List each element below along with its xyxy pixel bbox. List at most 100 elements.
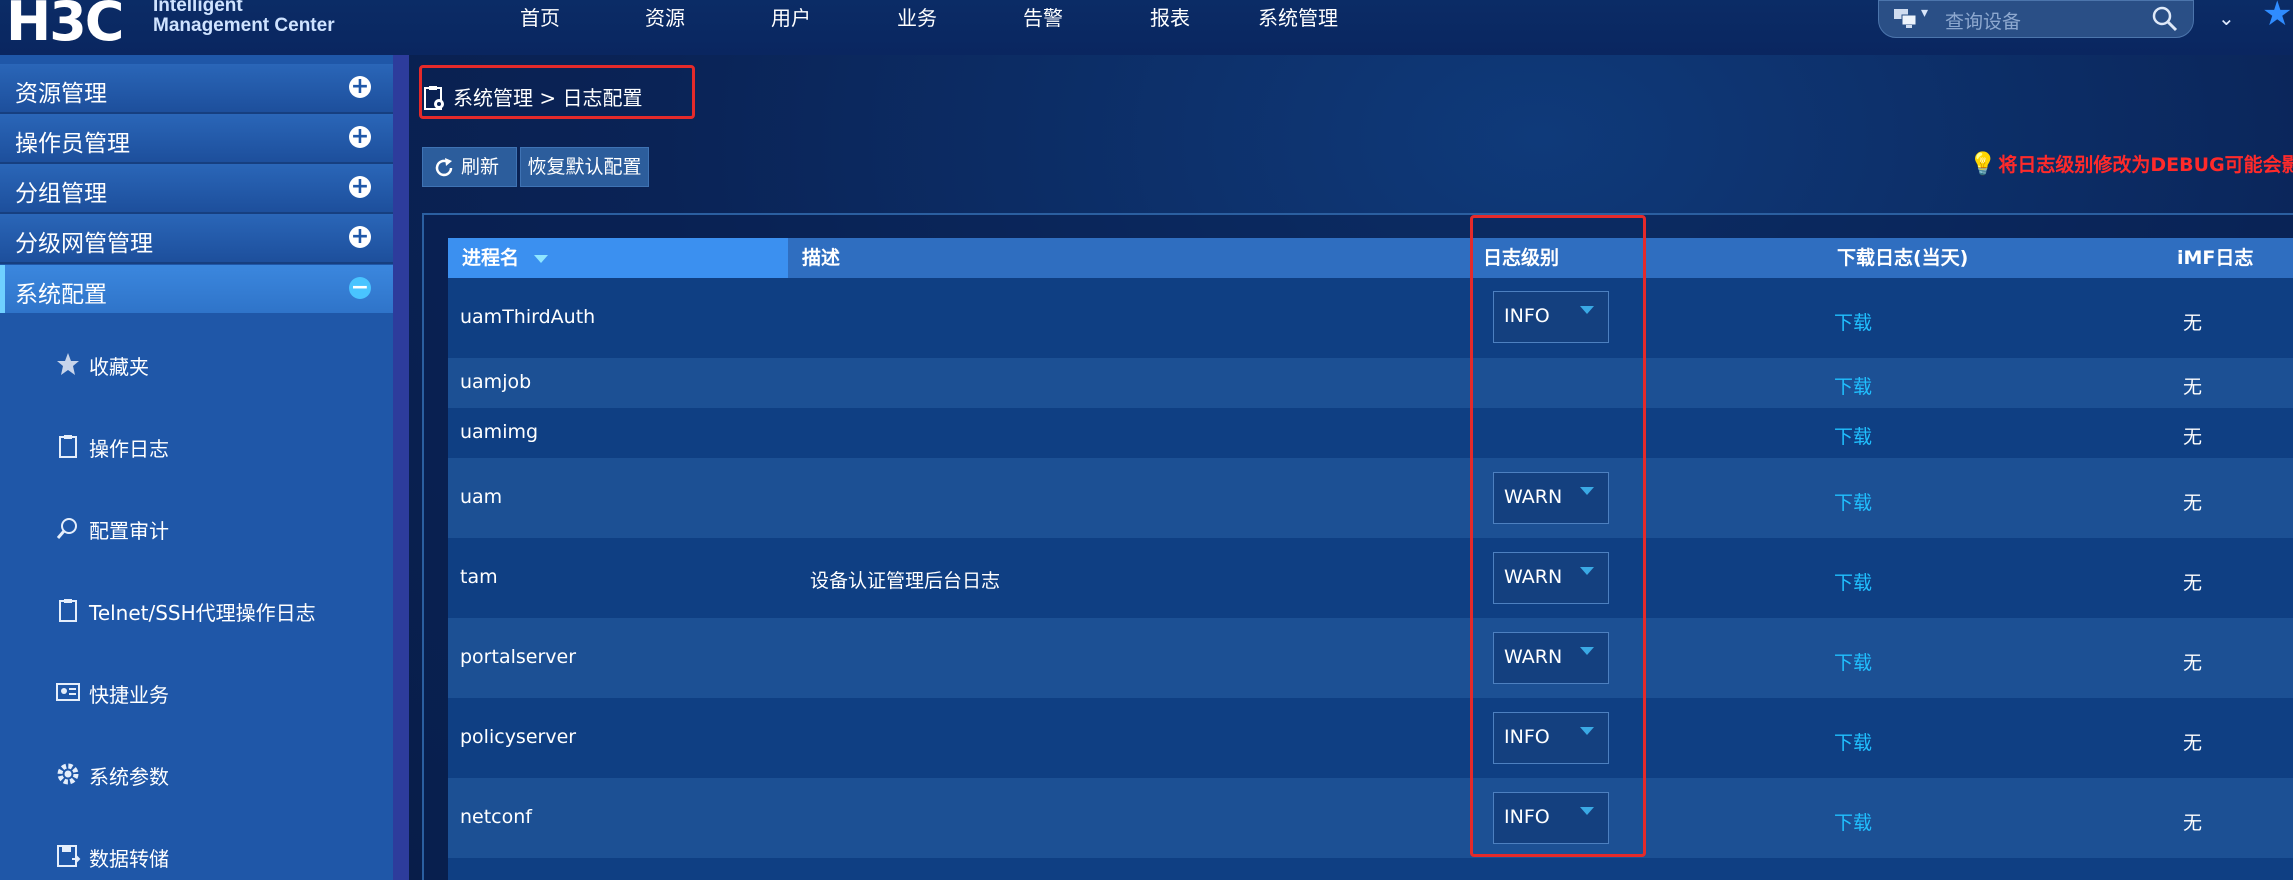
plus-icon[interactable]: + xyxy=(349,126,371,148)
imf-log-value: 无 xyxy=(2183,812,2203,834)
column-header-imf-log: iMF日志 xyxy=(2177,247,2254,269)
download-link[interactable]: 下载 xyxy=(1834,568,1872,595)
refresh-icon xyxy=(435,158,453,177)
table-row: uam WARN 下载 无 xyxy=(448,458,2293,538)
table-row: policyserver INFO 下载 无 xyxy=(448,698,2293,778)
plus-icon[interactable]: + xyxy=(349,176,371,198)
clipboard-icon xyxy=(59,599,77,622)
refresh-button[interactable]: 刷新 xyxy=(422,147,517,187)
column-header-process-name[interactable]: 进程名 xyxy=(448,238,788,278)
sidebar-resize-handle[interactable] xyxy=(393,55,409,880)
download-link[interactable]: 下载 xyxy=(1834,422,1872,449)
sidebar-section-hierarchical-management[interactable]: 分级网管管理 + xyxy=(0,214,393,264)
id-card-icon xyxy=(56,683,80,701)
download-link[interactable]: 下载 xyxy=(1834,648,1872,675)
imf-log-value: 无 xyxy=(2183,376,2203,398)
sidebar-item-telnet-ssh-log[interactable]: Telnet/SSH代理操作日志 xyxy=(55,591,375,631)
nav-home[interactable]: 首页 xyxy=(520,2,560,31)
chevron-down-icon[interactable]: ▾ xyxy=(1921,5,1928,21)
table-row xyxy=(448,858,2293,880)
column-header-download-log: 下载日志(当天) xyxy=(1837,247,1969,269)
process-name: uamimg xyxy=(460,421,539,443)
nav-system-management[interactable]: 系统管理 xyxy=(1258,2,1338,31)
minus-icon[interactable]: − xyxy=(349,277,371,299)
device-type-icon[interactable] xyxy=(1893,7,1919,29)
sidebar-section-label: 操作员管理 xyxy=(15,131,130,157)
sidebar-item-config-audit[interactable]: 配置审计 xyxy=(55,509,375,549)
restore-default-label: 恢复默认配置 xyxy=(527,156,642,178)
sidebar-item-system-params[interactable]: 系统参数 xyxy=(55,755,375,795)
download-link[interactable]: 下载 xyxy=(1834,728,1872,755)
log-level-column-highlight xyxy=(1470,215,1646,857)
sidebar-item-data-dump[interactable]: 数据转储 xyxy=(55,837,375,877)
search-icon[interactable] xyxy=(2151,5,2179,33)
nav-alarms[interactable]: 告警 xyxy=(1023,2,1063,31)
imf-log-value: 无 xyxy=(2183,312,2203,334)
star-icon[interactable]: ★ xyxy=(2262,0,2292,34)
logo-subtitle: Intelligent Management Center xyxy=(153,0,335,36)
column-header-description: 描述 xyxy=(802,247,841,269)
process-name: uamThirdAuth xyxy=(460,306,596,328)
double-chevron-down-icon[interactable]: ⌄ xyxy=(2218,6,2235,30)
sidebar-item-label: 系统参数 xyxy=(89,765,169,789)
sidebar-item-label: 收藏夹 xyxy=(89,355,149,379)
process-name: tam xyxy=(460,566,498,588)
table-row: tam 设备认证管理后台日志 WARN 下载 无 xyxy=(448,538,2293,618)
download-link[interactable]: 下载 xyxy=(1834,488,1872,515)
imf-log-value: 无 xyxy=(2183,572,2203,594)
imf-log-value: 无 xyxy=(2183,492,2203,514)
imf-log-value: 无 xyxy=(2183,732,2203,754)
sidebar-section-resource-management[interactable]: 资源管理 + xyxy=(0,64,393,114)
sidebar-section-operator-management[interactable]: 操作员管理 + xyxy=(0,114,393,164)
plus-icon[interactable]: + xyxy=(349,76,371,98)
nav-reports[interactable]: 报表 xyxy=(1150,2,1190,31)
table-row: netconf INFO 下载 无 xyxy=(448,778,2293,858)
table-row: portalserver WARN 下载 无 xyxy=(448,618,2293,698)
download-link[interactable]: 下载 xyxy=(1834,808,1872,835)
clipboard-gear-icon xyxy=(424,86,444,110)
nav-resources[interactable]: 资源 xyxy=(645,2,685,31)
process-name: policyserver xyxy=(460,726,577,748)
sidebar-section-label: 系统配置 xyxy=(15,282,107,308)
logo-line-1: Intelligent xyxy=(153,0,243,16)
sidebar-item-favorites[interactable]: 收藏夹 xyxy=(55,345,375,385)
sidebar: 资源管理 + 操作员管理 + 分组管理 + 分级网管管理 + 系统配置 − 收藏… xyxy=(0,55,393,880)
plus-icon[interactable]: + xyxy=(349,226,371,248)
clipboard-icon xyxy=(59,435,77,458)
lightbulb-icon: 💡 xyxy=(1969,152,1997,177)
magnifier-icon xyxy=(56,518,77,539)
sidebar-item-quick-service[interactable]: 快捷业务 xyxy=(55,673,375,713)
process-description: 设备认证管理后台日志 xyxy=(810,570,1001,592)
debug-warning-tip: 💡 将日志级别修改为DEBUG可能会影响 xyxy=(1969,150,2293,177)
imf-log-value: 无 xyxy=(2183,652,2203,674)
logo: H3C xyxy=(6,0,124,53)
sidebar-item-operation-log[interactable]: 操作日志 xyxy=(55,427,375,467)
main-content: 系统管理 > 日志配置 刷新 恢复默认配置 💡 将日志级别修改为DEBUG可能会影… xyxy=(409,55,2293,880)
sidebar-section-system-config[interactable]: 系统配置 − xyxy=(0,265,393,313)
tip-text: 将日志级别修改为DEBUG可能会影响 xyxy=(1998,154,2293,176)
process-name: netconf xyxy=(460,806,532,828)
column-header-label: 进程名 xyxy=(462,247,520,269)
table-row: uamjob 下载 无 xyxy=(448,358,2293,408)
download-link[interactable]: 下载 xyxy=(1834,308,1872,335)
refresh-label: 刷新 xyxy=(461,156,500,178)
download-link[interactable]: 下载 xyxy=(1834,372,1872,399)
sort-desc-icon[interactable] xyxy=(533,254,548,263)
process-name: uamjob xyxy=(460,371,532,393)
sidebar-item-label: 配置审计 xyxy=(89,519,169,543)
process-name: uam xyxy=(460,486,503,508)
restore-default-button[interactable]: 恢复默认配置 xyxy=(520,147,649,187)
star-icon xyxy=(57,353,79,375)
search-input[interactable]: 查询设备 xyxy=(1945,7,2021,34)
nav-users[interactable]: 用户 xyxy=(771,2,811,31)
sidebar-section-label: 资源管理 xyxy=(15,81,107,107)
device-search[interactable]: ▾ 查询设备 xyxy=(1878,0,2194,38)
sidebar-section-group-management[interactable]: 分组管理 + xyxy=(0,164,393,214)
save-icon xyxy=(57,845,81,867)
sidebar-item-label: Telnet/SSH代理操作日志 xyxy=(89,601,316,625)
process-name: portalserver xyxy=(460,646,577,668)
sidebar-item-label: 快捷业务 xyxy=(89,683,169,707)
nav-services[interactable]: 业务 xyxy=(897,2,937,31)
sidebar-item-label: 操作日志 xyxy=(89,437,169,461)
imf-log-value: 无 xyxy=(2183,426,2203,448)
